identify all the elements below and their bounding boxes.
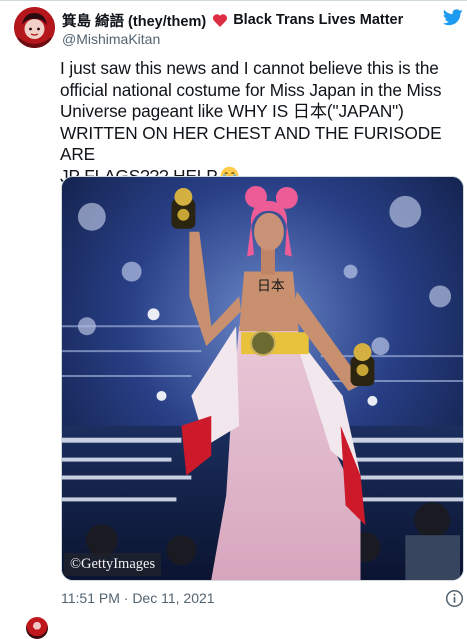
twitter-bird-icon[interactable] xyxy=(443,9,463,26)
author-avatar[interactable] xyxy=(14,7,55,48)
next-tweet-avatar[interactable] xyxy=(26,617,48,639)
info-icon[interactable] xyxy=(445,589,464,608)
getty-watermark: ©GettyImages xyxy=(64,553,162,576)
author-name-row[interactable]: 箕島 綺語 (they/them) Black Trans Lives Matt… xyxy=(62,10,403,31)
author-name-suffix[interactable]: Black Trans Lives Matter xyxy=(233,12,403,28)
author-display-name[interactable]: 箕島 綺語 (they/them) xyxy=(62,10,206,31)
chest-text: 日本 xyxy=(257,278,285,294)
author-handle[interactable]: @MishimaKitan xyxy=(62,31,160,47)
tweet-text: I just saw this news and I cannot believ… xyxy=(60,58,442,186)
tweet-body: I just saw this news and I cannot believ… xyxy=(60,58,464,187)
tweet-media-photo[interactable]: 日本 ©GettyImages xyxy=(61,176,464,581)
tweet-timestamp[interactable]: 11:51 PM · Dec 11, 2021 xyxy=(61,590,215,606)
divider xyxy=(0,0,467,1)
red-heart-icon xyxy=(213,13,228,27)
pageant-photo: 日本 xyxy=(62,177,463,580)
tweet-card: 箕島 綺語 (they/them) Black Trans Lives Matt… xyxy=(0,0,467,639)
